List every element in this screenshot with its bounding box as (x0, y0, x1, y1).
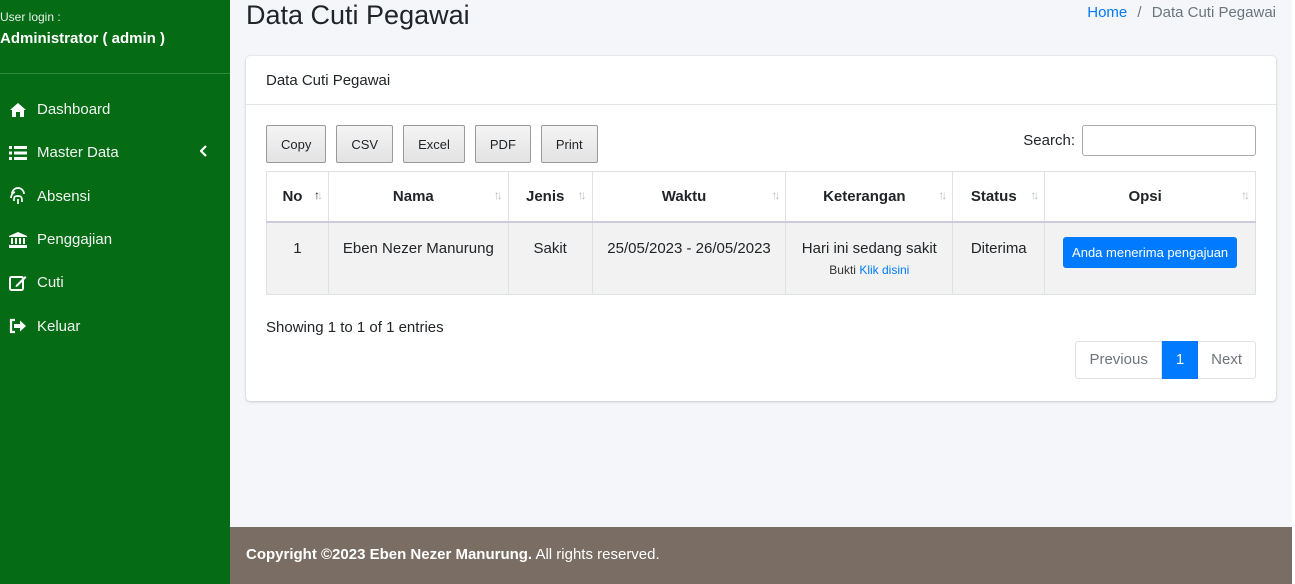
cell-waktu: 25/05/2023 - 26/05/2023 (591, 221, 787, 295)
user-name: Administrator ( admin ) (0, 30, 166, 47)
breadcrumb: Home / Data Cuti Pegawai (1087, 4, 1276, 21)
footer: Copyright ©2023 Eben Nezer Manurung. All… (230, 527, 1292, 584)
search-box: Search: (1023, 125, 1256, 156)
export-buttons: Copy CSV Excel PDF Print (266, 125, 608, 163)
sidebar-item-label: Cuti (37, 274, 64, 292)
fingerprint-icon (8, 186, 28, 206)
table-info: Showing 1 to 1 of 1 entries (266, 319, 444, 336)
sidebar-item-label: Dashboard (37, 101, 111, 119)
sidebar-item-keluar[interactable]: Keluar (0, 304, 230, 347)
rights-text: All rights reserved. (532, 546, 660, 563)
excel-button[interactable]: Excel (403, 125, 465, 163)
sidebar-nav: Dashboard Master Data Absensi Penggajian (0, 88, 230, 348)
main-content: Data Cuti Pegawai Home / Data Cuti Pegaw… (230, 0, 1292, 527)
sidebar-item-cuti[interactable]: Cuti (0, 261, 230, 304)
next-page-button[interactable]: Next (1198, 341, 1256, 379)
sidebar-item-master-data[interactable]: Master Data (0, 131, 230, 174)
breadcrumb-home-link[interactable]: Home (1087, 4, 1127, 21)
column-header-no[interactable]: No ↑↓ (266, 171, 329, 223)
cuti-table: No ↑↓ Nama ↑↓ Jenis ↑↓ Waktu ↑↓ Keterangan ↑↓… (266, 171, 1256, 295)
sidebar-item-dashboard[interactable]: Dashboard (0, 88, 230, 131)
breadcrumb-current: Data Cuti Pegawai (1151, 4, 1276, 21)
breadcrumb-separator: / (1137, 4, 1142, 21)
column-header-nama[interactable]: Nama ↑↓ (327, 171, 509, 223)
pagination: Previous 1 Next (1075, 341, 1256, 379)
edit-icon (8, 273, 28, 293)
search-input[interactable] (1082, 125, 1256, 156)
page-title: Data Cuti Pegawai (246, 0, 470, 30)
sidebar-item-label: Penggajian (37, 231, 113, 249)
column-header-jenis[interactable]: Jenis ↑↓ (507, 171, 593, 223)
sidebar-item-label: Keluar (37, 317, 81, 335)
home-icon (8, 100, 28, 120)
chevron-left-icon (199, 144, 208, 161)
keterangan-text: Hari ini sedang sakit (801, 239, 937, 257)
sort-icon: ↑↓ (1030, 188, 1039, 202)
list-icon (8, 143, 28, 163)
page-1-button[interactable]: 1 (1161, 341, 1199, 379)
csv-button[interactable]: CSV (336, 125, 394, 163)
cell-jenis: Sakit (507, 221, 593, 295)
user-panel: User login : Administrator ( admin ) (0, 0, 230, 74)
cell-opsi: Anda menerima pengajuan (1044, 221, 1256, 295)
table-row: 1 Eben Nezer Manurung Sakit 25/05/2023 -… (266, 221, 1256, 295)
column-header-status[interactable]: Status ↑↓ (952, 171, 1046, 223)
data-card: Data Cuti Pegawai Copy CSV Excel PDF Pri… (246, 56, 1276, 401)
sidebar-item-label: Master Data (37, 144, 119, 162)
cell-no: 1 (266, 221, 329, 295)
card-title: Data Cuti Pegawai (246, 56, 1276, 105)
sign-out-icon (8, 316, 28, 336)
sort-icon: ↑↓ (938, 188, 947, 202)
column-header-waktu[interactable]: Waktu ↑↓ (591, 171, 787, 223)
sidebar-item-absensi[interactable]: Absensi (0, 175, 230, 218)
table-header-row: No ↑↓ Nama ↑↓ Jenis ↑↓ Waktu ↑↓ Keterangan ↑↓… (266, 171, 1256, 223)
bukti-line: Bukti Klik disini (786, 263, 952, 277)
sort-icon: ↑↓ (1241, 188, 1250, 202)
user-login-label: User login : (0, 10, 61, 24)
bank-icon (8, 230, 28, 250)
column-header-keterangan[interactable]: Keterangan ↑↓ (785, 171, 954, 223)
sort-icon: ↑↓ (577, 188, 587, 202)
sort-asc-icon: ↑↓ (313, 188, 323, 202)
sidebar-item-penggajian[interactable]: Penggajian (0, 218, 230, 261)
pdf-button[interactable]: PDF (474, 125, 531, 163)
print-button[interactable]: Print (540, 125, 598, 163)
accept-status-button[interactable]: Anda menerima pengajuan (1063, 236, 1238, 268)
cell-keterangan: Hari ini sedang sakit Bukti Klik disini (785, 221, 954, 295)
cell-nama: Eben Nezer Manurung (327, 221, 509, 295)
copyright-text: Copyright ©2023 Eben Nezer Manurung. (246, 546, 533, 563)
sidebar-item-label: Absensi (37, 187, 91, 205)
sort-icon: ↑↓ (493, 188, 503, 202)
column-header-opsi[interactable]: Opsi ↑↓ (1044, 171, 1256, 223)
cell-status: Diterima (952, 221, 1046, 295)
search-label: Search: (1023, 132, 1075, 149)
previous-page-button[interactable]: Previous (1075, 341, 1162, 379)
bukti-label: Bukti (829, 262, 856, 277)
bukti-link[interactable]: Klik disini (859, 263, 909, 277)
sort-icon: ↑↓ (771, 188, 780, 202)
copy-button[interactable]: Copy (266, 125, 327, 163)
sidebar: User login : Administrator ( admin ) Das… (0, 0, 230, 584)
